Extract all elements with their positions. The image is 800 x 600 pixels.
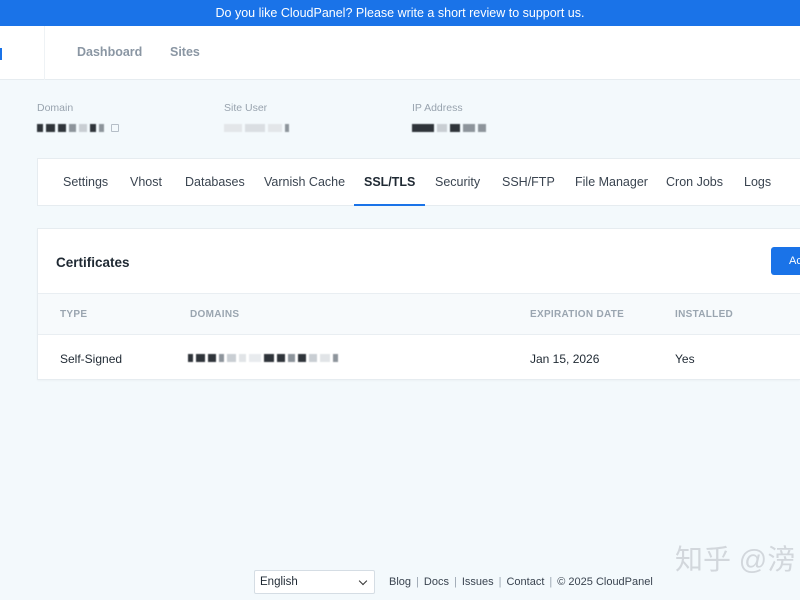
site-info: Domain Site User IP Address xyxy=(37,102,797,142)
language-select[interactable]: English xyxy=(254,570,375,594)
review-banner-text: Do you like CloudPanel? Please write a s… xyxy=(215,6,585,20)
language-select-value: English xyxy=(260,576,298,588)
tab-file-manager[interactable]: File Manager xyxy=(575,159,648,206)
tab-ssh-ftp[interactable]: SSH/FTP xyxy=(502,159,555,206)
nav-dashboard-link[interactable]: Dashboard xyxy=(77,45,142,59)
tab-ssl-tls[interactable]: SSL/TLS xyxy=(354,159,426,206)
site-user-value-redacted xyxy=(224,123,289,133)
footer-copyright: © 2025 CloudPanel xyxy=(557,576,653,588)
column-installed: INSTALLED xyxy=(675,309,734,320)
review-banner[interactable]: Do you like CloudPanel? Please write a s… xyxy=(0,0,800,26)
tab-settings[interactable]: Settings xyxy=(63,159,108,206)
logo[interactable] xyxy=(0,48,2,60)
ip-address-label: IP Address xyxy=(412,102,463,114)
nav-divider xyxy=(44,26,45,80)
site-user-label: Site User xyxy=(224,102,268,114)
site-user-info: Site User xyxy=(224,102,289,133)
nav-sites-link[interactable]: Sites xyxy=(170,45,200,59)
certificates-title: Certificates xyxy=(56,255,130,270)
watermark: 知乎 @滂 xyxy=(675,544,796,575)
add-certificate-button[interactable]: Ac xyxy=(771,247,800,275)
column-expiration-date: EXPIRATION DATE xyxy=(530,309,625,320)
certificates-card: Certificates Ac TYPE DOMAINS EXPIRATION … xyxy=(37,228,800,380)
domain-label: Domain xyxy=(37,102,74,114)
external-link-icon[interactable] xyxy=(111,124,119,132)
column-domains: DOMAINS xyxy=(190,309,240,320)
domain-info: Domain xyxy=(37,102,119,133)
tab-cron-jobs[interactable]: Cron Jobs xyxy=(666,159,723,206)
top-navigation: Dashboard Sites xyxy=(0,26,800,80)
tab-varnish-cache[interactable]: Varnish Cache xyxy=(264,159,345,206)
tab-vhost[interactable]: Vhost xyxy=(130,159,162,206)
table-row[interactable]: Self-Signed Jan 15, 2026 Yes xyxy=(38,335,800,381)
domain-value-redacted[interactable] xyxy=(37,123,119,133)
ip-address-info: IP Address xyxy=(412,102,486,133)
footer-link-blog[interactable]: Blog xyxy=(389,576,411,588)
tab-security[interactable]: Security xyxy=(435,159,480,206)
certificate-domains-redacted xyxy=(188,354,338,362)
tab-databases[interactable]: Databases xyxy=(185,159,245,206)
certificate-type: Self-Signed xyxy=(60,352,123,366)
tab-logs[interactable]: Logs xyxy=(744,159,771,206)
ip-address-value-redacted xyxy=(412,123,486,133)
site-tabs: Settings Vhost Databases Varnish Cache S… xyxy=(37,158,800,206)
certificate-installed: Yes xyxy=(675,352,695,366)
footer-link-docs[interactable]: Docs xyxy=(424,576,449,588)
footer-links: Blog | Docs | Issues | Contact | © 2025 … xyxy=(389,576,653,588)
column-type: TYPE xyxy=(60,309,88,320)
certificate-expiration-date: Jan 15, 2026 xyxy=(530,352,600,366)
footer-link-issues[interactable]: Issues xyxy=(462,576,494,588)
footer-link-contact[interactable]: Contact xyxy=(506,576,544,588)
certificates-table-header: TYPE DOMAINS EXPIRATION DATE INSTALLED xyxy=(38,293,800,335)
chevron-down-icon xyxy=(358,576,368,586)
